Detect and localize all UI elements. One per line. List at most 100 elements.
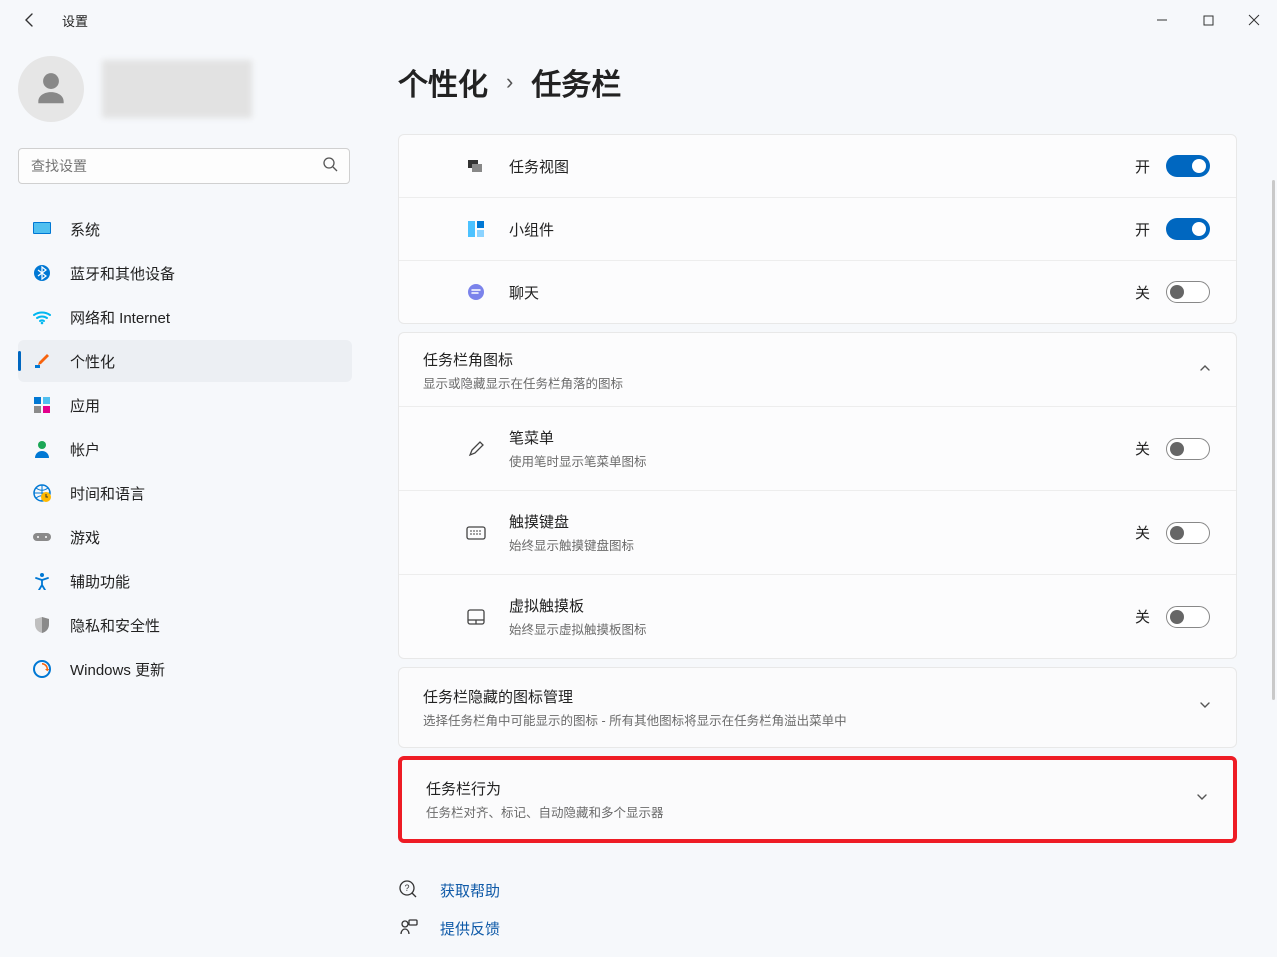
setting-label: 任务视图 [509,156,569,177]
link-feedback[interactable]: 提供反馈 [398,917,1237,939]
toggle-state-label: 开 [1135,219,1150,240]
person-icon [32,439,52,459]
user-profile[interactable] [18,56,352,122]
back-button[interactable] [16,6,44,34]
sidebar-item-gaming[interactable]: 游戏 [18,516,352,558]
sidebar-item-bluetooth[interactable]: 蓝牙和其他设备 [18,252,352,294]
setting-row-task-view: 任务视图 开 [399,135,1236,198]
sidebar-item-personalization[interactable]: 个性化 [18,340,352,382]
help-icon: ? [398,879,420,901]
section-overflow-icons[interactable]: 任务栏隐藏的图标管理 选择任务栏角中可能显示的图标 - 所有其他图标将显示在任务… [398,667,1237,748]
apps-icon [32,395,52,415]
toggle-widgets[interactable] [1166,218,1210,240]
sidebar-item-label: 时间和语言 [70,483,145,504]
breadcrumb-current: 任务栏 [531,60,621,104]
sidebar-item-privacy[interactable]: 隐私和安全性 [18,604,352,646]
section-desc: 显示或隐藏显示在任务栏角落的图标 [423,373,1198,392]
bluetooth-icon [32,263,52,283]
touchpad-icon [465,606,487,628]
sidebar-item-label: 应用 [70,395,100,416]
close-button[interactable] [1231,0,1277,40]
sidebar-item-label: 系统 [70,219,100,240]
accessibility-icon [32,571,52,591]
toggle-state-label: 开 [1135,156,1150,177]
globe-clock-icon [32,483,52,503]
chevron-up-icon [1198,361,1212,380]
toggle-virtual-touchpad[interactable] [1166,606,1210,628]
sidebar-item-label: 蓝牙和其他设备 [70,263,175,284]
toggle-touch-keyboard[interactable] [1166,522,1210,544]
search-icon [322,156,338,177]
section-desc: 任务栏对齐、标记、自动隐藏和多个显示器 [426,802,1195,821]
sidebar-item-system[interactable]: 系统 [18,208,352,250]
sidebar-item-label: 隐私和安全性 [70,615,160,636]
chevron-right-icon: › [506,69,513,95]
sidebar-item-label: 游戏 [70,527,100,548]
toggle-state-label: 关 [1135,282,1150,303]
toggle-task-view[interactable] [1166,155,1210,177]
search-box[interactable] [18,148,350,184]
section-title: 任务栏角图标 [423,349,1198,370]
avatar [18,56,84,122]
setting-desc: 使用笔时显示笔菜单图标 [509,451,647,470]
scrollbar[interactable] [1272,180,1275,700]
sidebar-item-label: 帐户 [70,439,100,460]
update-icon [32,659,52,679]
sidebar-item-time-language[interactable]: 时间和语言 [18,472,352,514]
svg-text:?: ? [404,883,409,893]
section-corner-icons[interactable]: 任务栏角图标 显示或隐藏显示在任务栏角落的图标 [399,333,1236,407]
chevron-down-icon [1198,698,1212,717]
task-view-icon [465,155,487,177]
toggle-state-label: 关 [1135,522,1150,543]
sidebar-item-network[interactable]: 网络和 Internet [18,296,352,338]
setting-row-chat: 聊天 关 [399,261,1236,323]
setting-label: 虚拟触摸板 [509,595,647,616]
maximize-button[interactable] [1185,0,1231,40]
setting-desc: 始终显示虚拟触摸板图标 [509,619,647,638]
window-title: 设置 [62,11,88,30]
section-title: 任务栏隐藏的图标管理 [423,686,1198,707]
toggle-pen-menu[interactable] [1166,438,1210,460]
monitor-icon [32,219,52,239]
setting-row-virtual-touchpad: 虚拟触摸板 始终显示虚拟触摸板图标 关 [399,575,1236,658]
toggle-state-label: 关 [1135,438,1150,459]
setting-label: 笔菜单 [509,427,647,448]
paintbrush-icon [32,351,52,371]
section-title: 任务栏行为 [426,778,1195,799]
link-get-help[interactable]: ? 获取帮助 [398,879,1237,901]
minimize-button[interactable] [1139,0,1185,40]
sidebar-item-label: 辅助功能 [70,571,130,592]
pen-icon [465,438,487,460]
sidebar-item-label: Windows 更新 [70,659,165,680]
user-name-redacted [102,60,252,118]
search-input[interactable] [18,148,350,184]
link-label: 获取帮助 [440,880,500,901]
chevron-down-icon [1195,790,1209,809]
shield-icon [32,615,52,635]
sidebar-item-label: 网络和 Internet [70,307,170,328]
feedback-icon [398,917,420,939]
toggle-state-label: 关 [1135,606,1150,627]
setting-row-pen-menu: 笔菜单 使用笔时显示笔菜单图标 关 [399,407,1236,491]
setting-row-widgets: 小组件 开 [399,198,1236,261]
setting-label: 触摸键盘 [509,511,634,532]
setting-desc: 始终显示触摸键盘图标 [509,535,634,554]
section-taskbar-behavior[interactable]: 任务栏行为 任务栏对齐、标记、自动隐藏和多个显示器 [398,756,1237,843]
section-desc: 选择任务栏角中可能显示的图标 - 所有其他图标将显示在任务栏角溢出菜单中 [423,710,1198,729]
setting-label: 小组件 [509,219,554,240]
breadcrumb-parent[interactable]: 个性化 [398,60,488,104]
sidebar-item-label: 个性化 [70,351,115,372]
toggle-chat[interactable] [1166,281,1210,303]
setting-row-touch-keyboard: 触摸键盘 始终显示触摸键盘图标 关 [399,491,1236,575]
sidebar-item-windows-update[interactable]: Windows 更新 [18,648,352,690]
link-label: 提供反馈 [440,918,500,939]
sidebar-item-accessibility[interactable]: 辅助功能 [18,560,352,602]
sidebar-item-accounts[interactable]: 帐户 [18,428,352,470]
wifi-icon [32,307,52,327]
keyboard-icon [465,522,487,544]
gamepad-icon [32,527,52,547]
chat-icon [465,281,487,303]
widgets-icon [465,218,487,240]
setting-label: 聊天 [509,282,539,303]
sidebar-item-apps[interactable]: 应用 [18,384,352,426]
